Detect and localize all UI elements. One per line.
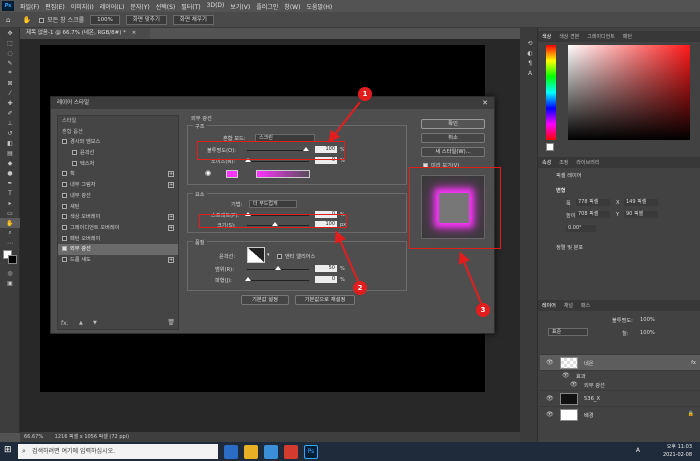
- windows-start-icon[interactable]: ⊞: [4, 445, 12, 455]
- chrome-icon[interactable]: [284, 444, 298, 459]
- taskbar-search[interactable]: ⌕ 검색하려면 여기에 입력하십시오.: [18, 444, 218, 459]
- edge-icon[interactable]: [264, 444, 278, 459]
- photoshop-taskbar-icon[interactable]: Ps: [304, 444, 318, 459]
- clock-time: 오후 11:03: [666, 444, 692, 450]
- clock-date: 2021-02-08: [662, 452, 692, 458]
- arrow-2: [334, 230, 359, 282]
- arrow-1: [328, 101, 361, 143]
- system-tray[interactable]: 오후 11:03 2021-02-08: [663, 443, 692, 459]
- search-icon: ⌕: [22, 447, 26, 455]
- task-view-icon[interactable]: [224, 444, 238, 459]
- annotation-arrows: [328, 101, 482, 304]
- arrow-3: [458, 251, 482, 304]
- windows-taskbar: ⊞ ⌕ 검색하려면 여기에 입력하십시오. Ps 오후 11:03 2021-0…: [0, 442, 700, 461]
- ime-indicator[interactable]: A: [636, 447, 640, 454]
- file-explorer-icon[interactable]: [244, 444, 258, 459]
